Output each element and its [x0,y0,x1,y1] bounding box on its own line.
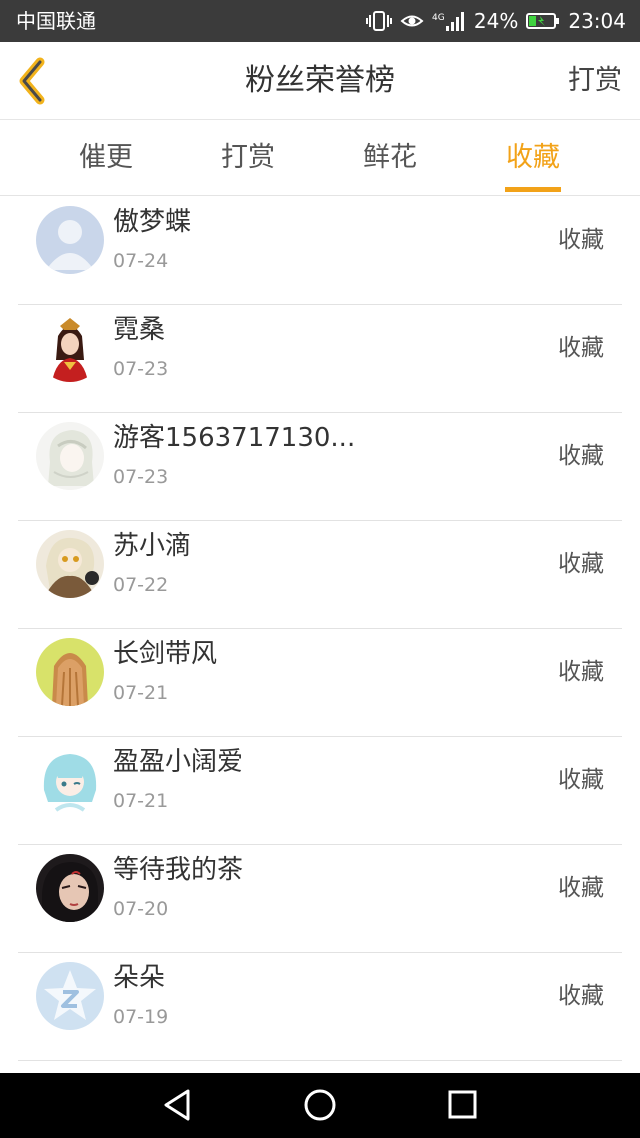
fan-name: 霓桑 [113,315,166,345]
action-type: 收藏 [558,443,604,469]
tab-label: 收藏 [506,142,560,173]
eye-comfort-icon [400,12,424,30]
fan-name: 长剑带风 [113,639,218,669]
list-item[interactable]: 长剑带风 07-21 收藏 [18,629,622,737]
fan-name: 朵朵 [113,963,166,993]
fan-date: 07-21 [113,790,169,812]
tab-reward[interactable]: 打赏 [198,120,298,196]
fan-date: 07-23 [113,466,169,488]
carrier-name: 中国联通 [16,9,96,33]
list-item[interactable]: 霓桑 07-23 收藏 [18,305,622,413]
tab-label: 催更 [79,142,133,173]
action-type: 收藏 [558,875,604,901]
reward-button[interactable]: 打赏 [568,64,622,98]
nav-recents-button[interactable] [442,1087,482,1123]
list-item[interactable]: 盈盈小阔爱 07-21 收藏 [18,737,622,845]
action-type: 收藏 [558,227,604,253]
anime-girl-avatar[interactable] [36,530,104,598]
status-bar: 中国联通 4G 24% 23:04 [0,0,640,42]
action-type: 收藏 [558,767,604,793]
fan-name: 盈盈小阔爱 [113,747,244,777]
recents-square-icon [448,1090,477,1119]
fan-list: 傲梦蝶 07-24 收藏 霓桑 07-23 收藏 游客1563717130...… [0,197,640,1073]
fan-name: 苏小滴 [113,531,192,561]
page-title: 粉丝荣誉榜 [245,63,395,98]
tab-label: 鲜花 [363,142,417,173]
ancient-queen-avatar[interactable] [36,314,104,382]
list-item[interactable]: 等待我的茶 07-20 收藏 [18,845,622,953]
nav-back-button[interactable] [158,1087,198,1123]
list-item[interactable]: 傲梦蝶 07-24 收藏 [18,197,622,305]
fan-date: 07-19 [113,1006,169,1028]
signal-icon: 4G [432,10,466,32]
battery-percent: 24% [473,9,519,33]
nav-home-button[interactable] [300,1087,340,1123]
system-nav-bar [0,1073,640,1138]
fan-name: 游客1563717130... [113,423,356,453]
default-person-avatar[interactable] [36,206,104,274]
network-type: 4G [432,13,445,23]
action-type: 收藏 [558,659,604,685]
action-type: 收藏 [558,983,604,1009]
fan-name: 等待我的茶 [113,855,244,885]
tab-urge[interactable]: 催更 [56,120,156,196]
fan-date: 07-22 [113,574,169,596]
status-icons: 4G 24% 23:04 [365,8,626,34]
fan-date: 07-21 [113,682,169,704]
clock: 23:04 [568,9,626,33]
home-circle-icon [304,1089,336,1121]
back-triangle-icon [164,1089,190,1121]
long-hair-back-avatar[interactable] [36,638,104,706]
tab-bar: 催更 打赏 鲜花 收藏 [0,120,640,196]
list-item[interactable]: 游客1563717130... 07-23 收藏 [18,413,622,521]
tab-favorites[interactable]: 收藏 [483,120,583,196]
blue-hair-chibi-avatar[interactable] [36,746,104,814]
fan-name: 傲梦蝶 [113,207,192,237]
qzone-star-avatar[interactable] [36,962,104,1030]
fan-date: 07-23 [113,358,169,380]
fan-date: 07-20 [113,898,169,920]
action-type: 收藏 [558,551,604,577]
tab-label: 打赏 [221,142,275,173]
list-item[interactable]: 苏小滴 07-22 收藏 [18,521,622,629]
white-hair-girl-avatar[interactable] [36,422,104,490]
app-header: 粉丝荣誉榜 打赏 [0,42,640,120]
dark-hair-man-avatar[interactable] [36,854,104,922]
list-item[interactable]: 朵朵 07-19 收藏 [18,953,622,1061]
action-type: 收藏 [558,335,604,361]
tab-flowers[interactable]: 鲜花 [340,120,440,196]
fan-date: 07-24 [113,250,169,272]
tab-underline [505,187,561,192]
vibrate-icon [365,10,392,32]
battery-icon [526,12,560,30]
